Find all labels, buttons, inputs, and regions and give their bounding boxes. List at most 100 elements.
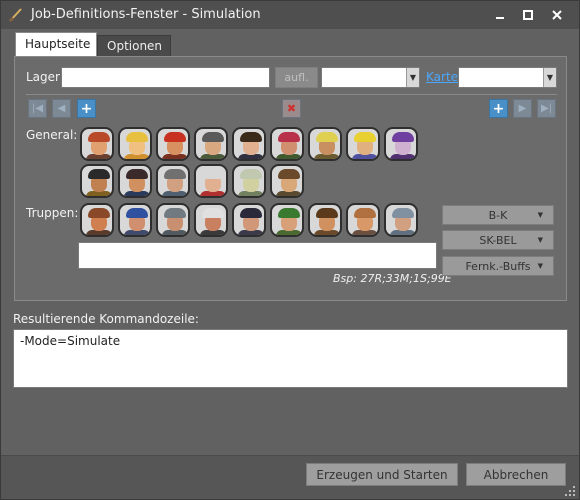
general-4-avatar-icon[interactable] [194,127,228,161]
avatar-hat [88,169,110,179]
troop-1-avatar-icon[interactable] [80,203,114,237]
avatar-hat [278,132,300,142]
avatar-body [162,154,188,159]
avatar-hat [240,169,262,179]
general-9-avatar-icon[interactable] [384,127,418,161]
add-icon[interactable]: + [77,99,96,118]
general-10-avatar-icon[interactable] [80,164,114,198]
troop-4-avatar-icon[interactable] [194,203,228,237]
avatar-body [238,230,264,235]
fernk-buffs-dropdown-label: Fernk.-Buffs [465,259,531,273]
general-3-avatar-icon[interactable] [156,127,190,161]
general-13-avatar-icon[interactable] [194,164,228,198]
general-5-avatar-icon[interactable] [232,127,266,161]
maximize-button[interactable] [515,5,541,25]
avatar-hat [126,132,148,142]
main-panel: Lager: aufl. ▼ Karte ▼ |◀ ◀ + ✖ + ▶ ▶| G… [14,56,567,301]
karte-link[interactable]: Karte [426,70,458,84]
avatar-hat [316,132,338,142]
avatar-hat [164,132,186,142]
general-1-avatar-icon[interactable] [80,127,114,161]
general-7-avatar-icon[interactable] [308,127,342,161]
avatar-hat [392,208,414,218]
avatar-hat [126,208,148,218]
tab-optionen[interactable]: Optionen [97,35,171,56]
cancel-button[interactable]: Abbrechen [466,463,566,486]
maximize-icon [523,10,533,20]
karte-combo[interactable]: ▼ [458,67,557,88]
general-15-avatar-icon[interactable] [270,164,304,198]
close-icon [552,10,562,20]
troop-8-avatar-icon[interactable] [346,203,380,237]
fernk-buffs-dropdown-button[interactable]: Fernk.-Buffs ▼ [442,256,554,276]
chevron-down-icon[interactable]: ▼ [543,68,556,87]
minimize-button[interactable] [487,5,513,25]
avatar-body [124,154,150,159]
general-6-avatar-icon[interactable] [270,127,304,161]
avatar-hat [240,132,262,142]
avatar-body [276,191,302,196]
skbel-dropdown-button[interactable]: SK-BEL ▼ [442,230,554,250]
separator [26,94,557,95]
chevron-down-icon[interactable]: ▼ [406,68,419,87]
aufl-button[interactable]: aufl. [275,67,318,88]
avatar-hat [354,132,376,142]
brush-icon [8,8,22,23]
lager-combo[interactable]: ▼ [321,67,420,88]
delete-icon[interactable]: ✖ [282,99,301,118]
truppen-input[interactable] [78,242,437,269]
troop-5-avatar-icon[interactable] [232,203,266,237]
avatar-hat [164,208,186,218]
avatar-hat [88,208,110,218]
avatar-hat [240,208,262,218]
troop-3-avatar-icon[interactable] [156,203,190,237]
window-title: Job-Definitions-Fenster - Simulation [31,7,261,22]
general-8-avatar-icon[interactable] [346,127,380,161]
command-line-textarea[interactable]: -Mode=Simulate [13,329,568,388]
avatar-body [162,191,188,196]
bk-dropdown-button[interactable]: B-K ▼ [442,205,554,225]
avatar-body [238,191,264,196]
last-icon[interactable]: ▶| [537,99,556,118]
truppen-label: Truppen: [26,206,79,220]
first-icon[interactable]: |◀ [28,99,47,118]
troop-6-avatar-icon[interactable] [270,203,304,237]
avatar-body [86,191,112,196]
troop-2-avatar-icon[interactable] [118,203,152,237]
resize-grip-icon[interactable] [565,486,575,496]
avatar-hat [202,169,224,179]
close-button[interactable] [544,5,570,25]
avatar-body [352,230,378,235]
avatar-hat [278,169,300,179]
avatar-body [200,230,226,235]
add-end-icon[interactable]: + [489,99,508,118]
avatar-hat [202,132,224,142]
title-bar: Job-Definitions-Fenster - Simulation [1,1,579,29]
bk-dropdown-label: B-K [488,208,508,222]
troop-9-avatar-icon[interactable] [384,203,418,237]
result-label: Resultierende Kommandozeile: [13,312,199,326]
avatar-body [124,230,150,235]
general-2-avatar-icon[interactable] [118,127,152,161]
tab-hauptseite[interactable]: Hauptseite [15,32,97,56]
troop-7-avatar-icon[interactable] [308,203,342,237]
prev-icon[interactable]: ◀ [52,99,71,118]
avatar-hat [164,169,186,179]
button-bar: Erzeugen und Starten Abbrechen [1,455,579,499]
avatar-body [314,154,340,159]
avatar-body [276,154,302,159]
next-icon[interactable]: ▶ [513,99,532,118]
general-12-avatar-icon[interactable] [156,164,190,198]
avatar-body [200,154,226,159]
create-start-button[interactable]: Erzeugen und Starten [306,463,458,486]
avatar-body [200,191,226,196]
avatar-body [238,154,264,159]
general-14-avatar-icon[interactable] [232,164,266,198]
avatar-hat [316,208,338,218]
avatar-body [162,230,188,235]
avatar-body [124,191,150,196]
avatar-hat [88,132,110,142]
lager-label: Lager: [26,70,64,84]
general-11-avatar-icon[interactable] [118,164,152,198]
lager-input[interactable] [61,67,270,88]
